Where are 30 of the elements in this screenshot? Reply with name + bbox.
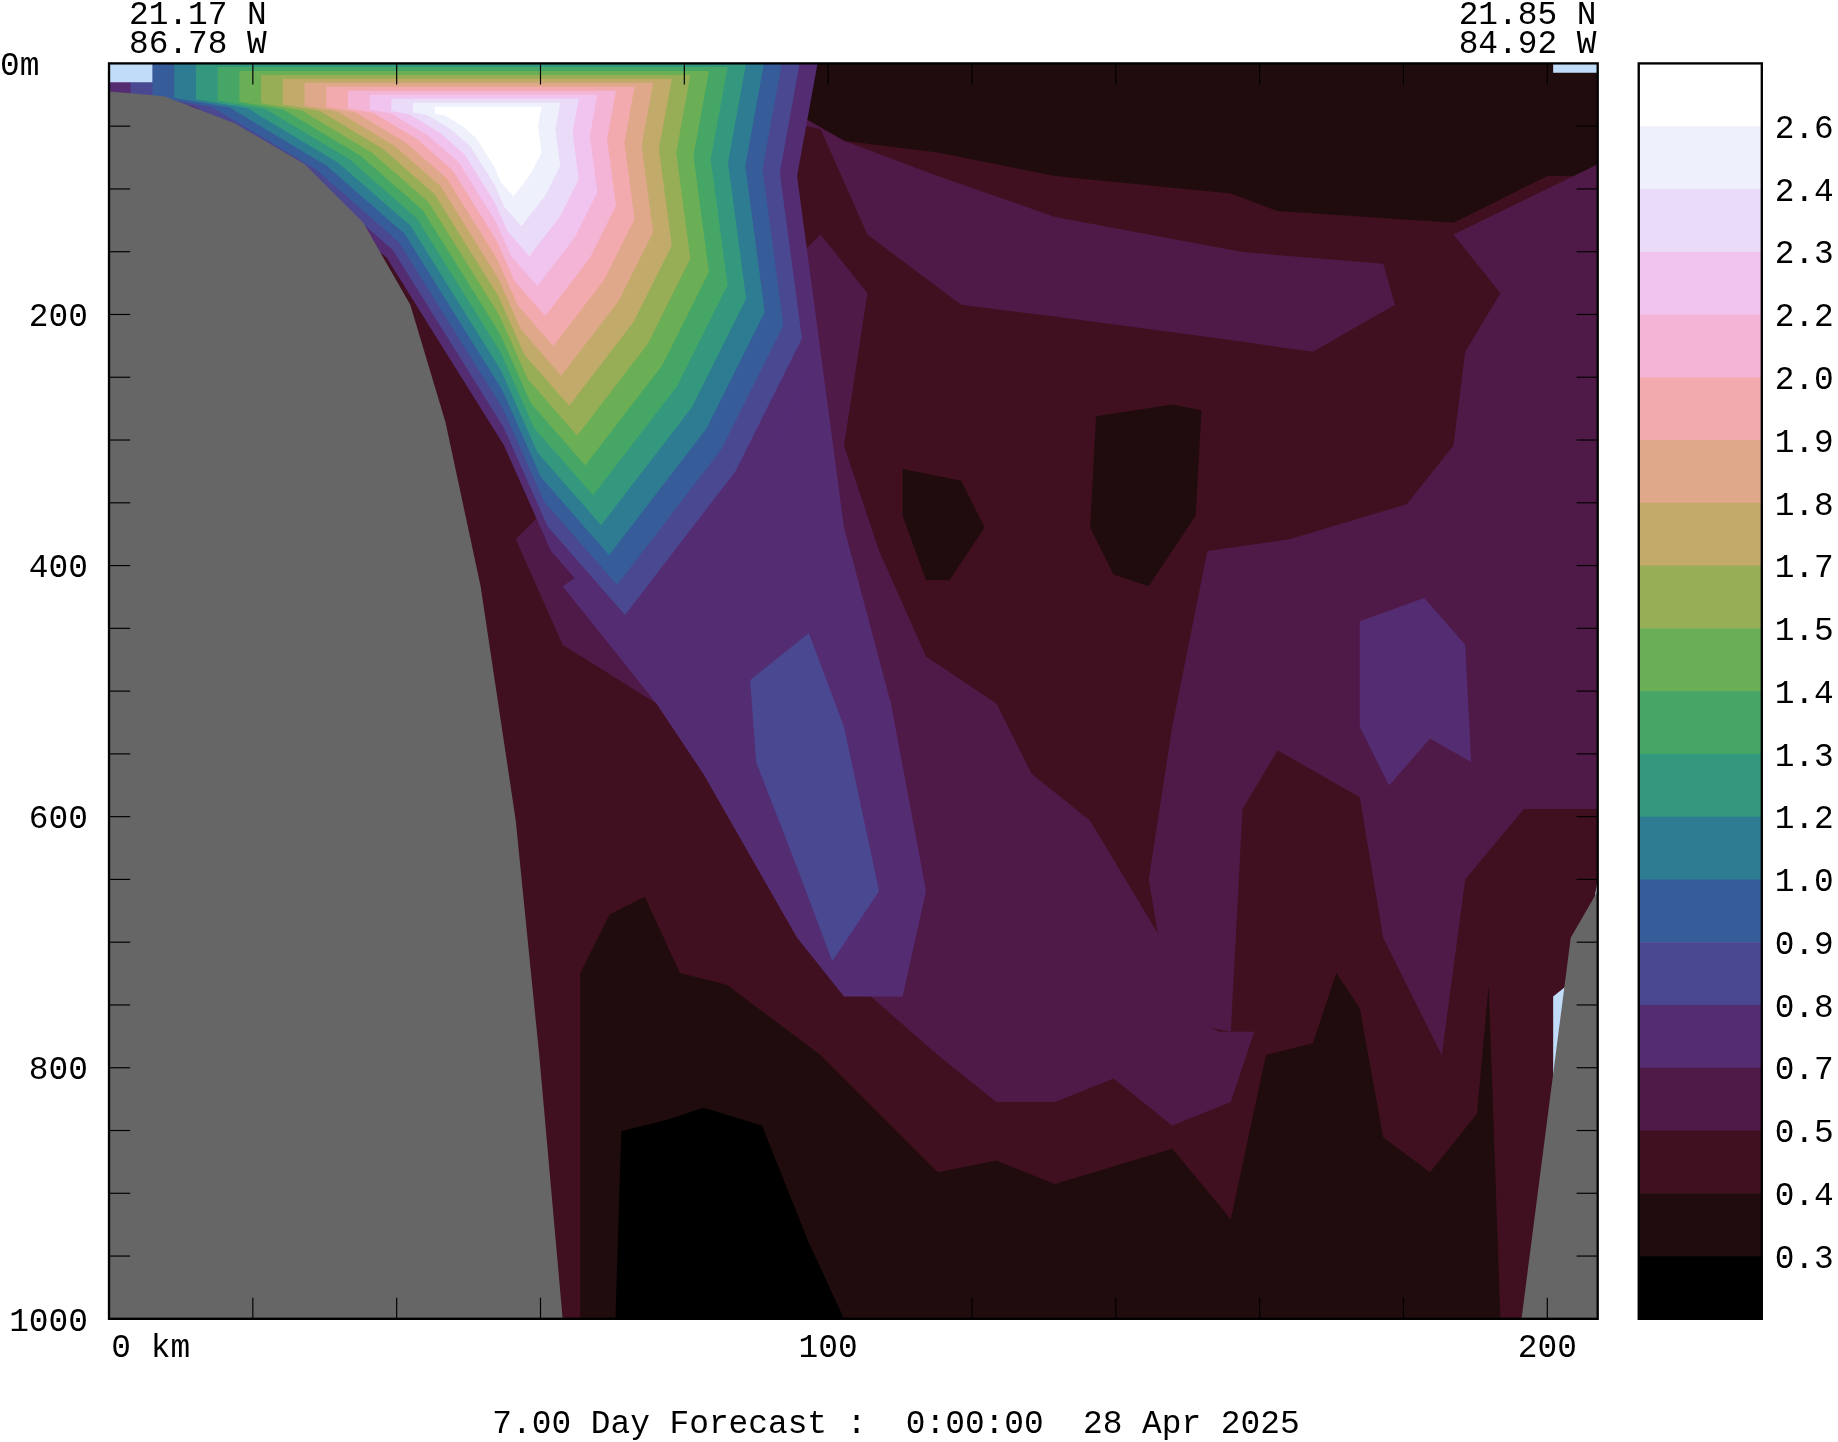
axis-label: 200 (28, 299, 88, 337)
colorbar-label: 0.5 (1774, 1115, 1834, 1153)
footer-caption: 7.00 Day Forecast : 0:00:00 28 Apr 2025 (492, 1405, 1300, 1442)
colorbar-label: 1.9 (1774, 424, 1834, 462)
axis-label: 400 (28, 550, 88, 588)
colorbar-label: 1.3 (1774, 738, 1834, 776)
colorbar-label: 1.8 (1774, 487, 1834, 525)
axis-label: 800 (28, 1052, 88, 1090)
colorbar-label: 1.7 (1774, 550, 1834, 588)
colorbar-label: 2.4 (1774, 173, 1834, 211)
colorbar-label: 2.6 (1774, 110, 1834, 148)
colorbar-label: 1.4 (1774, 675, 1834, 713)
colorbar-label: 1.5 (1774, 613, 1834, 651)
axis-label: 0 km (111, 1330, 191, 1368)
colorbar-label: 0.9 (1774, 926, 1834, 964)
colorbar-label: 2.2 (1774, 299, 1834, 337)
colorbar-label: 0.8 (1774, 989, 1834, 1027)
colorbar-label: 2.0 (1774, 362, 1834, 399)
colorbar-label: 1.0 (1774, 864, 1834, 902)
colorbar-label: 1.2 (1774, 801, 1834, 839)
colorbar-label: 0.4 (1774, 1178, 1834, 1215)
axis-label: 200 (1517, 1330, 1577, 1368)
contour-region (1553, 63, 1598, 73)
axis-label: 600 (28, 801, 88, 839)
colorbar-label: 0.3 (1774, 1240, 1834, 1278)
axis-label: 0m (0, 48, 40, 86)
colorbar-label: 2.3 (1774, 236, 1834, 274)
colorbar-label: 0.7 (1774, 1052, 1834, 1090)
axis-label: 100 (798, 1330, 858, 1368)
axis-label: 1000 (9, 1303, 88, 1341)
